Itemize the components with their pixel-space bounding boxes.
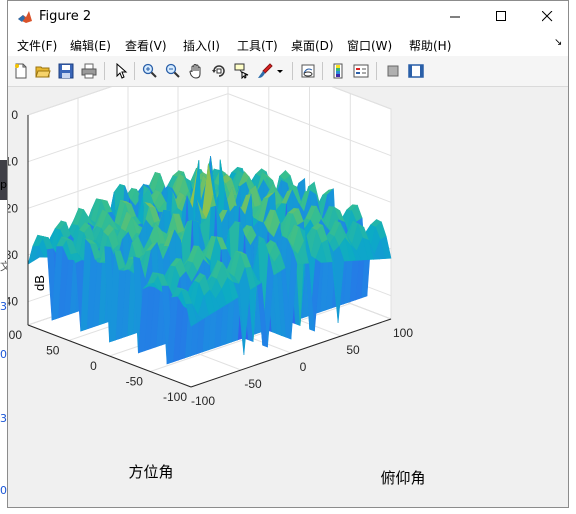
link-plot-icon[interactable] (298, 61, 318, 81)
title-bar[interactable]: Figure 2 (8, 1, 568, 32)
z-tick-label: 0 (11, 108, 18, 122)
figure-canvas[interactable]: -100-50050100-100-500501000-10-20-30-40 … (8, 87, 568, 508)
zoom-in-icon[interactable] (140, 61, 160, 81)
toolbar-separator (292, 62, 293, 80)
menu-tools[interactable]: 工具(T) (237, 37, 278, 54)
menu-file[interactable]: 文件(F) (17, 37, 57, 54)
y-tick-label: 100 (8, 328, 22, 342)
x-tick-label: -50 (244, 377, 262, 391)
data-cursor-icon[interactable] (232, 61, 252, 81)
close-button[interactable] (524, 1, 568, 32)
window-title: Figure 2 (39, 9, 92, 24)
x-tick-label: 100 (393, 326, 413, 340)
x-tick-label: 50 (346, 343, 360, 357)
new-figure-icon[interactable] (11, 61, 31, 81)
y-tick-label: -100 (163, 390, 187, 404)
print-icon[interactable] (79, 61, 99, 81)
pointer-icon[interactable] (110, 61, 130, 81)
z-tick-label: -40 (8, 295, 18, 309)
figure-toolbar (8, 56, 568, 87)
zoom-out-icon[interactable] (163, 61, 183, 81)
y-tick-label: 0 (90, 359, 97, 373)
save-icon[interactable] (56, 61, 76, 81)
toolbar-separator (134, 62, 135, 80)
z-axis-label: dB (32, 275, 47, 291)
open-file-icon[interactable] (33, 61, 53, 81)
toolbar-separator (104, 62, 105, 80)
y-axis-label: 方位角 (128, 464, 173, 481)
y-tick-label: -50 (126, 375, 144, 389)
toolbar-separator (376, 62, 377, 80)
menu-edit[interactable]: 编辑(E) (70, 37, 111, 54)
menu-help[interactable]: 帮助(H) (409, 37, 451, 54)
hide-plot-tools-icon[interactable] (383, 61, 403, 81)
figure-window: Figure 2 文件(F) 编辑(E) 查看(V) 插入(I) 工具(T) 桌… (7, 0, 569, 508)
rotate-3d-icon[interactable] (209, 61, 229, 81)
colorbar-icon[interactable] (328, 61, 348, 81)
x-tick-label: -100 (191, 394, 215, 408)
show-plot-tools-icon[interactable] (406, 61, 426, 81)
x-axis-label: 俯仰角 (380, 470, 425, 487)
matlab-icon (17, 9, 33, 25)
background-snippet: p (0, 178, 7, 191)
menu-insert[interactable]: 插入(I) (183, 37, 220, 54)
z-tick-label: -10 (8, 155, 18, 169)
surface-plot[interactable]: -100-50050100-100-500501000-10-20-30-40 … (8, 87, 568, 508)
minimize-button[interactable] (432, 1, 478, 32)
brush-dropdown-icon[interactable] (275, 61, 285, 81)
pan-hand-icon[interactable] (186, 61, 206, 81)
menu-desktop[interactable]: 桌面(D) (291, 37, 334, 54)
legend-icon[interactable] (351, 61, 371, 81)
maximize-button[interactable] (478, 1, 524, 32)
menu-window[interactable]: 窗口(W) (347, 37, 392, 54)
x-tick-label: 0 (300, 360, 307, 374)
y-tick-label: 50 (46, 344, 60, 358)
menu-bar: 文件(F) 编辑(E) 查看(V) 插入(I) 工具(T) 桌面(D) 窗口(W… (8, 32, 568, 56)
toolbar-separator (322, 62, 323, 80)
brush-icon[interactable] (255, 61, 275, 81)
z-tick-label: -30 (8, 248, 18, 262)
menu-view[interactable]: 查看(V) (125, 37, 167, 54)
menu-overflow-icon[interactable]: ↘ (554, 37, 562, 48)
z-tick-label: -20 (8, 201, 18, 215)
